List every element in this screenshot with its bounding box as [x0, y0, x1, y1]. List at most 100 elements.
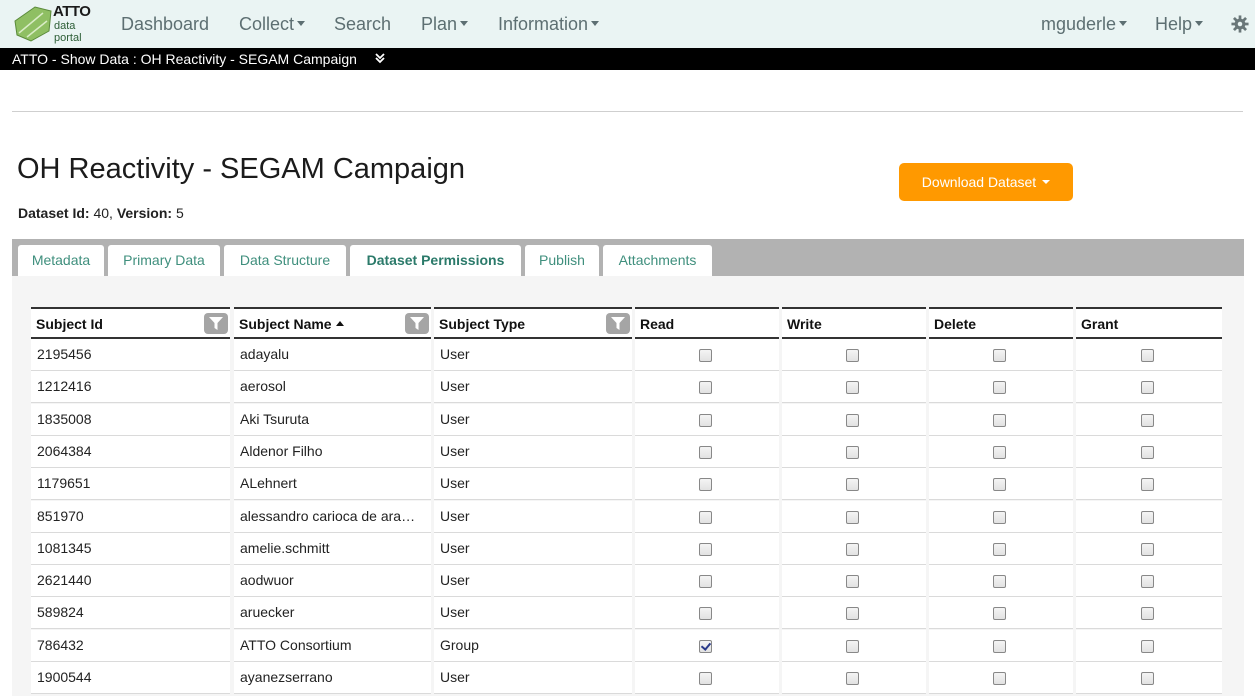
grant-checkbox[interactable]: [1141, 381, 1154, 394]
read-checkbox[interactable]: [699, 478, 712, 491]
grant-checkbox[interactable]: [1141, 414, 1154, 427]
cell-subject-name: adayalu: [234, 339, 431, 371]
read-checkbox[interactable]: [699, 575, 712, 588]
cell-subject-name-text: alessandro carioca de ara…: [240, 508, 416, 524]
tab-data-structure[interactable]: Data Structure: [224, 245, 346, 276]
read-checkbox[interactable]: [699, 381, 712, 394]
cell-subject-name-text: ayanezserrano: [240, 669, 333, 685]
cell-grant: [1076, 533, 1222, 565]
grant-checkbox[interactable]: [1141, 543, 1154, 556]
column-header-read[interactable]: Read: [635, 307, 779, 339]
cell-read: [635, 436, 779, 468]
filter-icon[interactable]: [606, 313, 630, 334]
tab-attachments[interactable]: Attachments: [603, 245, 712, 276]
sort-ascending-icon: [335, 320, 344, 326]
read-checkbox[interactable]: [699, 607, 712, 620]
cell-read: [635, 565, 779, 597]
grant-checkbox[interactable]: [1141, 640, 1154, 653]
column-header-grant[interactable]: Grant: [1076, 307, 1222, 339]
nav-help[interactable]: Help: [1155, 14, 1203, 35]
read-checkbox[interactable]: [699, 640, 712, 653]
grant-checkbox[interactable]: [1141, 607, 1154, 620]
tab-primary-data[interactable]: Primary Data: [108, 245, 220, 276]
write-checkbox[interactable]: [846, 414, 859, 427]
nav-collect[interactable]: Collect: [239, 14, 305, 35]
filter-icon[interactable]: [405, 313, 429, 334]
cell-subject-name: amelie.schmitt: [234, 533, 431, 565]
read-checkbox[interactable]: [699, 349, 712, 362]
grant-checkbox[interactable]: [1141, 349, 1154, 362]
write-checkbox[interactable]: [846, 672, 859, 685]
cell-subject-id: 1081345: [31, 533, 230, 565]
read-checkbox[interactable]: [699, 446, 712, 459]
read-checkbox[interactable]: [699, 511, 712, 524]
tab-metadata[interactable]: Metadata: [18, 245, 104, 276]
cell-subject-id: 1212416: [31, 371, 230, 403]
delete-checkbox[interactable]: [993, 349, 1006, 362]
nav-dashboard[interactable]: Dashboard: [121, 14, 209, 35]
grant-checkbox[interactable]: [1141, 511, 1154, 524]
delete-checkbox[interactable]: [993, 511, 1006, 524]
column-header-subject-name[interactable]: Subject Name: [234, 307, 431, 339]
delete-checkbox[interactable]: [993, 575, 1006, 588]
column-header-delete[interactable]: Delete: [929, 307, 1073, 339]
cell-write: [782, 662, 926, 694]
nav-plan[interactable]: Plan: [421, 14, 468, 35]
delete-checkbox[interactable]: [993, 543, 1006, 556]
cell-delete: [929, 371, 1073, 403]
column-header-subject-id[interactable]: Subject Id: [31, 307, 230, 339]
tab-publish[interactable]: Publish: [525, 245, 599, 276]
grant-checkbox[interactable]: [1141, 672, 1154, 685]
write-checkbox[interactable]: [846, 349, 859, 362]
cell-write: [782, 501, 926, 533]
filter-icon[interactable]: [204, 313, 228, 334]
cell-subject-name-text: aodwuor: [240, 572, 294, 588]
nav-information[interactable]: Information: [498, 14, 599, 35]
write-checkbox[interactable]: [846, 478, 859, 491]
read-checkbox[interactable]: [699, 414, 712, 427]
gear-icon[interactable]: [1231, 15, 1249, 33]
atto-logo[interactable]: ATTO data portal: [13, 3, 93, 45]
delete-checkbox[interactable]: [993, 607, 1006, 620]
delete-checkbox[interactable]: [993, 381, 1006, 394]
write-checkbox[interactable]: [846, 640, 859, 653]
write-checkbox[interactable]: [846, 381, 859, 394]
download-dataset-button[interactable]: Download Dataset: [899, 163, 1073, 201]
cell-subject-name: ATTO Consortium: [234, 630, 431, 662]
cell-write: [782, 468, 926, 500]
read-checkbox[interactable]: [699, 543, 712, 556]
write-checkbox[interactable]: [846, 607, 859, 620]
cell-subject-id-text: 1212416: [37, 378, 92, 394]
cell-grant: [1076, 404, 1222, 436]
grant-checkbox[interactable]: [1141, 478, 1154, 491]
cell-delete: [929, 404, 1073, 436]
grant-checkbox[interactable]: [1141, 575, 1154, 588]
write-checkbox[interactable]: [846, 511, 859, 524]
cell-write: [782, 371, 926, 403]
tab-dataset-permissions[interactable]: Dataset Permissions: [350, 245, 521, 276]
delete-checkbox[interactable]: [993, 414, 1006, 427]
cell-subject-type: Group: [434, 630, 632, 662]
read-checkbox[interactable]: [699, 672, 712, 685]
column-header-subject-type[interactable]: Subject Type: [434, 307, 632, 339]
cell-delete: [929, 565, 1073, 597]
column-header-label: Delete: [934, 316, 977, 332]
cell-subject-name-text: ALehnert: [240, 475, 297, 491]
cell-delete: [929, 436, 1073, 468]
write-checkbox[interactable]: [846, 446, 859, 459]
write-checkbox[interactable]: [846, 543, 859, 556]
breadcrumb-bar: ATTO - Show Data : OH Reactivity - SEGAM…: [0, 48, 1255, 70]
delete-checkbox[interactable]: [993, 672, 1006, 685]
delete-checkbox[interactable]: [993, 640, 1006, 653]
double-chevron-down-icon[interactable]: [374, 51, 386, 65]
delete-checkbox[interactable]: [993, 478, 1006, 491]
write-checkbox[interactable]: [846, 575, 859, 588]
grant-checkbox[interactable]: [1141, 446, 1154, 459]
delete-checkbox[interactable]: [993, 446, 1006, 459]
column-header-label: Subject Type: [439, 316, 526, 332]
nav-search[interactable]: Search: [334, 14, 391, 35]
cell-subject-id: 2621440: [31, 565, 230, 597]
column-header-write[interactable]: Write: [782, 307, 926, 339]
nav-user-menu[interactable]: mguderle: [1041, 14, 1127, 35]
caret-down-icon: [1042, 180, 1051, 185]
